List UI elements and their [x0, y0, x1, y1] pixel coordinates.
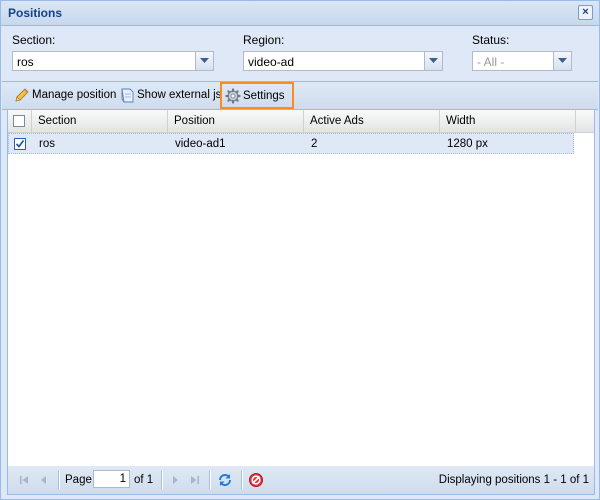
select-all-cell — [8, 110, 32, 132]
gear-icon — [225, 87, 241, 104]
show-external-js-label: Show external js — [137, 89, 222, 101]
cell-position: video-ad1 — [175, 138, 226, 150]
grid-toolbar: Manage position Show external js Setting… — [2, 81, 598, 110]
prev-page-icon[interactable] — [37, 473, 51, 487]
paging-info: Displaying positions 1 - 1 of 1 — [438, 474, 589, 486]
region-dropdown-trigger[interactable] — [424, 52, 442, 70]
region-label: Region: — [243, 33, 285, 47]
close-icon[interactable]: × — [578, 5, 593, 20]
grid-header: Section Position Active Ads Width — [8, 110, 594, 133]
cell-section: ros — [39, 138, 55, 150]
section-dropdown-trigger[interactable] — [195, 52, 213, 70]
filter-bar: Section: ros Region: video-ad Status: - … — [2, 26, 598, 81]
pager-separator — [209, 471, 211, 489]
pager-separator — [241, 471, 243, 489]
chevron-down-icon — [429, 58, 438, 63]
refresh-icon[interactable] — [217, 472, 233, 488]
region-value: video-ad — [248, 55, 295, 69]
window-titlebar: Positions × — [1, 1, 599, 26]
last-page-icon[interactable] — [188, 473, 202, 487]
next-page-icon[interactable] — [168, 473, 182, 487]
pager-separator — [58, 471, 60, 489]
cell-width: 1280 px — [447, 138, 488, 150]
column-header-width[interactable]: Width — [440, 110, 576, 132]
section-label: Section: — [12, 33, 56, 47]
header-filler — [576, 110, 594, 132]
column-header-section[interactable]: Section — [32, 110, 168, 132]
section-value: ros — [17, 55, 34, 69]
column-header-active-ads[interactable]: Active Ads — [304, 110, 440, 132]
status-dropdown-trigger[interactable] — [553, 52, 571, 70]
paging-toolbar: Page 1 of 1 Displaying positions 1 - 1 o… — [7, 466, 595, 495]
select-all-checkbox[interactable] — [13, 115, 25, 127]
pager-separator — [161, 471, 163, 489]
table-row[interactable]: ros video-ad1 2 1280 px — [8, 133, 574, 154]
manage-position-button[interactable]: Manage position — [14, 85, 116, 105]
status-combo[interactable]: - All - — [472, 51, 572, 71]
window-title: Positions — [8, 6, 63, 20]
checkmark-icon — [15, 140, 25, 148]
document-icon — [121, 88, 134, 103]
column-header-position[interactable]: Position — [168, 110, 304, 132]
status-label: Status: — [472, 33, 510, 47]
settings-button[interactable]: Settings — [220, 82, 294, 109]
section-combo[interactable]: ros — [12, 51, 214, 71]
chevron-down-icon — [200, 58, 209, 63]
page-number-input[interactable]: 1 — [93, 470, 130, 488]
cell-active-ads: 2 — [311, 138, 318, 150]
page-label: Page — [65, 474, 92, 486]
show-external-js-button[interactable]: Show external js — [119, 85, 221, 105]
reset-filter-icon[interactable] — [248, 472, 264, 488]
positions-window: Positions × Section: ros Region: video-a… — [0, 0, 600, 500]
positions-grid: Section Position Active Ads Width ros vi… — [7, 109, 595, 467]
region-combo[interactable]: video-ad — [243, 51, 443, 71]
settings-label: Settings — [243, 89, 285, 102]
row-select-cell — [9, 134, 33, 154]
pencil-icon — [15, 88, 29, 102]
row-checkbox[interactable] — [14, 138, 26, 150]
page-count-label: of 1 — [134, 474, 154, 486]
chevron-down-icon — [558, 58, 567, 63]
first-page-icon[interactable] — [17, 473, 31, 487]
status-value: - All - — [477, 55, 505, 69]
manage-position-label: Manage position — [32, 89, 117, 101]
